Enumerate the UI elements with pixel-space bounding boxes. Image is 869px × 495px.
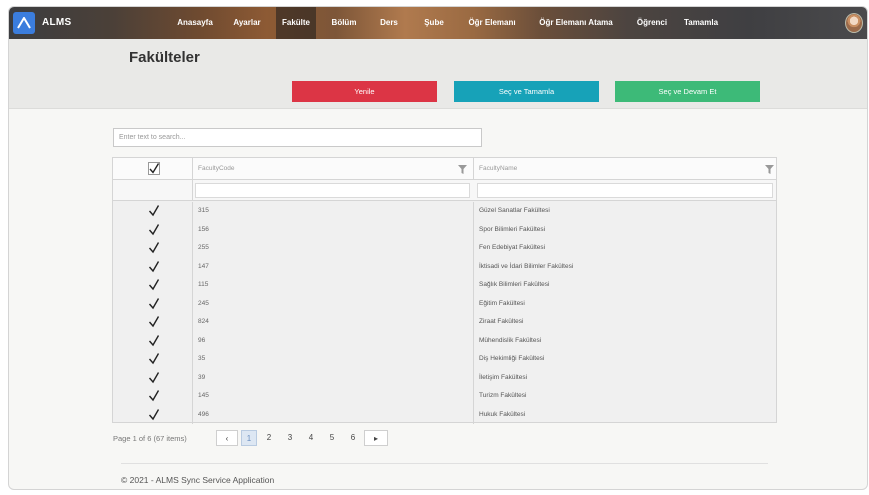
table-row[interactable]: 245 Eğitim Fakültesi (113, 294, 776, 313)
row-checkbox[interactable] (148, 408, 160, 421)
pager-page-3[interactable]: 3 (284, 430, 296, 446)
faculty-code-cell: 39 (198, 373, 206, 381)
row-checkbox[interactable] (148, 260, 160, 273)
faculty-code-cell: 147 (198, 262, 209, 270)
nav-ogr-elemani[interactable]: Öğr Elemanı (467, 7, 517, 39)
filter-row (113, 180, 776, 201)
row-checkbox[interactable] (148, 352, 160, 365)
top-navbar: ALMS Anasayfa Ayarlar Fakülte Bölüm Ders… (9, 7, 867, 39)
table-row[interactable]: 147 İktisadi ve İdari Bilimler Fakültesi (113, 257, 776, 276)
faculty-grid: FacultyCode FacultyName 315 Güzel Sanatla… (112, 157, 777, 424)
table-row[interactable]: 96 Mühendislik Fakültesi (113, 331, 776, 350)
table-row[interactable]: 115 Sağlık Bilimleri Fakültesi (113, 276, 776, 295)
faculty-code-cell: 496 (198, 410, 209, 418)
row-checkbox[interactable] (148, 223, 160, 236)
faculty-code-filter-input[interactable] (195, 183, 470, 198)
select-all-checkbox[interactable] (148, 162, 160, 175)
footer-divider (121, 463, 768, 464)
select-and-complete-button[interactable]: Seç ve Tamamla (454, 81, 599, 102)
table-row[interactable]: 39 İletişim Fakültesi (113, 368, 776, 387)
faculty-code-cell: 156 (198, 225, 209, 233)
footer-text: © 2021 - ALMS Sync Service Application (121, 475, 275, 485)
pager-page-6[interactable]: 6 (347, 430, 359, 446)
grid-header-row: FacultyCode FacultyName (113, 158, 776, 180)
page-title: Fakülteler (129, 49, 200, 66)
table-row[interactable]: 145 Turizm Fakültesi (113, 387, 776, 406)
filter-icon[interactable] (765, 165, 774, 174)
nav-ders[interactable]: Ders (377, 7, 401, 39)
nav-ogr-elemani-atama[interactable]: Öğr Elemanı Atama (535, 7, 617, 39)
faculty-name-cell: Güzel Sanatlar Fakültesi (479, 207, 550, 214)
table-row[interactable]: 156 Spor Bilimleri Fakültesi (113, 220, 776, 239)
nav-bolum[interactable]: Bölüm (329, 7, 359, 39)
faculty-name-cell: İletişim Fakültesi (479, 373, 528, 381)
pager-info: Page 1 of 6 (67 items) (113, 434, 187, 443)
faculty-name-cell: Hukuk Fakültesi (479, 410, 526, 418)
app-window: ALMS Anasayfa Ayarlar Fakülte Bölüm Ders… (8, 6, 868, 490)
faculty-code-cell: 35 (198, 355, 206, 362)
row-checkbox[interactable] (148, 297, 160, 310)
pager-page-4[interactable]: 4 (305, 430, 317, 446)
nav-ayarlar[interactable]: Ayarlar (231, 7, 263, 39)
table-row[interactable]: 496 Hukuk Fakültesi (113, 405, 776, 424)
faculty-name-cell: Mühendislik Fakültesi (479, 336, 542, 344)
faculty-code-cell: 824 (198, 318, 209, 325)
faculty-name-cell: Fen Edebiyat Fakültesi (479, 244, 546, 251)
pager-prev-button[interactable]: ‹ (216, 430, 238, 446)
page-header: Fakülteler Yenile Seç ve Tamamla Seç ve … (9, 39, 867, 109)
table-row[interactable]: 35 Diş Hekimliği Fakültesi (113, 350, 776, 369)
pager-page-2[interactable]: 2 (263, 430, 275, 446)
nav-tamamla[interactable]: Tamamla (683, 7, 719, 39)
faculty-code-cell: 115 (198, 281, 209, 288)
faculty-name-cell: Spor Bilimleri Fakültesi (479, 225, 546, 233)
faculty-code-cell: 145 (198, 392, 209, 399)
faculty-name-cell: Turizm Fakültesi (479, 392, 527, 399)
faculty-code-cell: 255 (198, 244, 209, 251)
nav-ogrenci[interactable]: Öğrenci (634, 7, 670, 39)
column-header-faculty-name[interactable]: FacultyName (479, 165, 517, 172)
faculty-name-filter-input[interactable] (477, 183, 773, 198)
faculty-name-cell: Ziraat Fakültesi (479, 318, 524, 325)
row-checkbox[interactable] (148, 371, 160, 384)
faculty-code-cell: 315 (198, 207, 209, 214)
row-checkbox[interactable] (148, 315, 160, 328)
faculty-name-cell: Diş Hekimliği Fakültesi (479, 355, 545, 362)
column-header-faculty-code[interactable]: FacultyCode (198, 165, 235, 172)
row-checkbox[interactable] (148, 334, 160, 347)
row-checkbox[interactable] (148, 278, 160, 291)
row-checkbox[interactable] (148, 204, 160, 217)
nav-fakulte[interactable]: Fakülte (276, 7, 316, 39)
nav-anasayfa[interactable]: Anasayfa (175, 7, 215, 39)
pager-page-1[interactable]: 1 (241, 430, 257, 446)
faculty-name-cell: İktisadi ve İdari Bilimler Fakültesi (479, 262, 574, 270)
select-and-continue-button[interactable]: Seç ve Devam Et (615, 81, 760, 102)
filter-icon[interactable] (458, 165, 467, 174)
refresh-button[interactable]: Yenile (292, 81, 437, 102)
search-input[interactable]: Enter text to search... (113, 128, 482, 147)
logo-icon[interactable] (13, 12, 35, 34)
table-row[interactable]: 255 Fen Edebiyat Fakültesi (113, 239, 776, 258)
row-checkbox[interactable] (148, 389, 160, 402)
faculty-name-cell: Eğitim Fakültesi (479, 299, 525, 307)
faculty-code-cell: 245 (198, 299, 209, 307)
nav-sube[interactable]: Şube (421, 7, 447, 39)
pager-page-5[interactable]: 5 (326, 430, 338, 446)
row-checkbox[interactable] (148, 241, 160, 254)
pager-next-button[interactable]: ▸ (364, 430, 388, 446)
faculty-code-cell: 96 (198, 336, 206, 344)
brand-name[interactable]: ALMS (42, 17, 72, 28)
table-row[interactable]: 315 Güzel Sanatlar Fakültesi (113, 202, 776, 221)
user-avatar[interactable] (845, 13, 863, 33)
faculty-name-cell: Sağlık Bilimleri Fakültesi (479, 281, 550, 288)
table-row[interactable]: 824 Ziraat Fakültesi (113, 313, 776, 332)
